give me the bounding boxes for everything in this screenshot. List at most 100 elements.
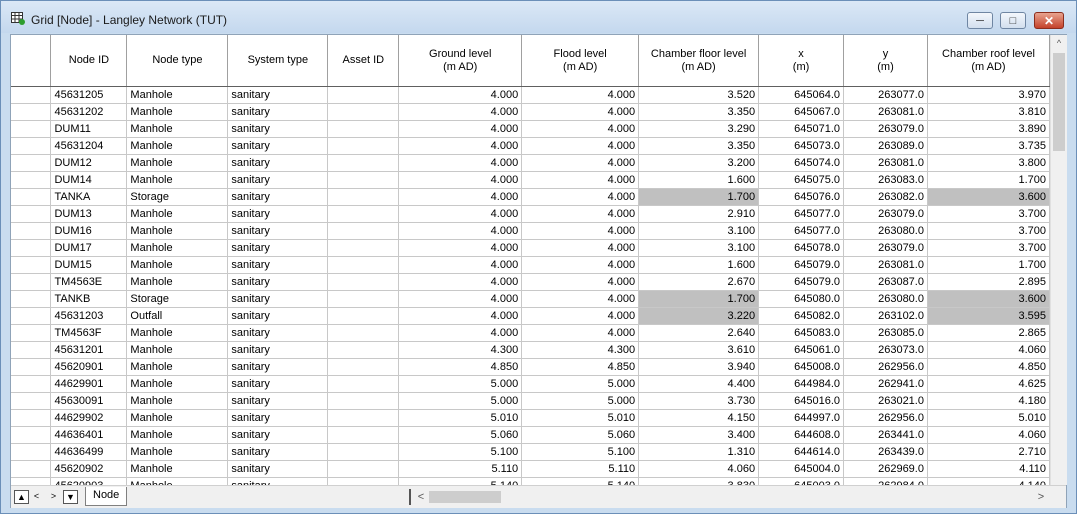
maximize-button[interactable]: □ bbox=[1000, 12, 1026, 29]
table-cell[interactable]: 1.700 bbox=[927, 256, 1050, 274]
table-cell[interactable]: 645073.0 bbox=[758, 137, 845, 155]
table-cell[interactable]: 3.940 bbox=[638, 358, 760, 376]
table-cell[interactable]: 645071.0 bbox=[758, 120, 845, 138]
table-cell[interactable] bbox=[327, 443, 400, 461]
table-row[interactable]: 44629901 Manhole sanitary 5.000 5.000 4.400 64… bbox=[11, 375, 1050, 393]
table-cell[interactable]: 3.735 bbox=[927, 137, 1050, 155]
table-row[interactable]: DUM17 Manhole sanitary 4.000 4.000 3.100 64507… bbox=[11, 239, 1050, 257]
table-cell[interactable]: sanitary bbox=[227, 239, 329, 257]
table-cell[interactable]: 645079.0 bbox=[758, 273, 845, 291]
table-cell[interactable]: 45620901 bbox=[50, 358, 128, 376]
row-selector-cell[interactable] bbox=[11, 222, 52, 240]
table-cell[interactable]: DUM14 bbox=[50, 171, 128, 189]
table-cell[interactable]: Manhole bbox=[126, 171, 229, 189]
close-button[interactable]: ✕ bbox=[1034, 12, 1064, 29]
table-cell[interactable]: 3.700 bbox=[927, 239, 1050, 257]
table-cell[interactable]: 262969.0 bbox=[843, 460, 928, 478]
row-selector-cell[interactable] bbox=[11, 460, 52, 478]
table-cell[interactable]: Manhole bbox=[126, 341, 229, 359]
table-cell[interactable]: 263077.0 bbox=[843, 86, 928, 104]
table-row[interactable]: 45630091 Manhole sanitary 5.000 5.000 3.730 64… bbox=[11, 392, 1050, 410]
table-cell[interactable]: TANKA bbox=[50, 188, 128, 206]
table-cell[interactable]: 3.730 bbox=[638, 392, 760, 410]
table-cell[interactable]: 4.300 bbox=[521, 341, 640, 359]
table-cell[interactable]: sanitary bbox=[227, 460, 329, 478]
table-cell[interactable]: 5.100 bbox=[398, 443, 523, 461]
table-cell[interactable]: 645067.0 bbox=[758, 103, 845, 121]
table-cell[interactable]: 3.400 bbox=[638, 426, 760, 444]
table-cell[interactable]: 263102.0 bbox=[843, 307, 928, 325]
table-cell[interactable]: 263441.0 bbox=[843, 426, 928, 444]
table-cell[interactable] bbox=[327, 273, 400, 291]
tab-next-button[interactable]: > bbox=[47, 490, 60, 502]
table-cell[interactable]: 2.710 bbox=[927, 443, 1050, 461]
table-cell[interactable] bbox=[327, 426, 400, 444]
table-cell[interactable] bbox=[327, 341, 400, 359]
table-cell[interactable]: Manhole bbox=[126, 358, 229, 376]
table-cell[interactable]: 4.060 bbox=[927, 426, 1050, 444]
table-cell[interactable]: sanitary bbox=[227, 358, 329, 376]
table-cell[interactable]: sanitary bbox=[227, 273, 329, 291]
table-cell[interactable]: 45631203 bbox=[50, 307, 128, 325]
table-row[interactable]: TANKA Storage sanitary 4.000 4.000 1.700 64507… bbox=[11, 188, 1050, 206]
table-cell[interactable]: 5.100 bbox=[521, 443, 640, 461]
table-cell[interactable]: 263087.0 bbox=[843, 273, 928, 291]
row-selector-cell[interactable] bbox=[11, 443, 52, 461]
table-cell[interactable]: 1.310 bbox=[638, 443, 760, 461]
table-cell[interactable]: 645004.0 bbox=[758, 460, 845, 478]
tab-prev-button[interactable]: < bbox=[30, 490, 43, 502]
table-cell[interactable]: 5.010 bbox=[927, 409, 1050, 427]
table-cell[interactable]: 2.910 bbox=[638, 205, 760, 223]
minimize-button[interactable]: ─ bbox=[967, 12, 993, 29]
table-cell[interactable]: 4.850 bbox=[927, 358, 1050, 376]
table-cell[interactable]: 3.220 bbox=[638, 307, 760, 325]
scroll-left-icon[interactable]: < bbox=[415, 489, 427, 505]
row-selector-cell[interactable] bbox=[11, 256, 52, 274]
table-cell[interactable]: TM4563E bbox=[50, 273, 128, 291]
row-selector-cell[interactable] bbox=[11, 171, 52, 189]
table-cell[interactable]: 645083.0 bbox=[758, 324, 845, 342]
table-cell[interactable]: sanitary bbox=[227, 171, 329, 189]
table-cell[interactable]: 5.060 bbox=[398, 426, 523, 444]
table-cell[interactable]: 4.150 bbox=[638, 409, 760, 427]
table-cell[interactable] bbox=[327, 154, 400, 172]
table-cell[interactable]: 3.600 bbox=[927, 290, 1050, 308]
table-cell[interactable]: 263079.0 bbox=[843, 239, 928, 257]
table-row[interactable]: TANKB Storage sanitary 4.000 4.000 1.700 64508… bbox=[11, 290, 1050, 308]
table-cell[interactable]: 262984.0 bbox=[843, 477, 928, 485]
table-cell[interactable]: sanitary bbox=[227, 205, 329, 223]
table-cell[interactable]: 4.000 bbox=[398, 239, 523, 257]
table-cell[interactable]: 4.000 bbox=[521, 256, 640, 274]
table-cell[interactable]: Manhole bbox=[126, 392, 229, 410]
table-cell[interactable]: 644608.0 bbox=[758, 426, 845, 444]
table-cell[interactable] bbox=[327, 324, 400, 342]
table-cell[interactable]: 263081.0 bbox=[843, 154, 928, 172]
table-cell[interactable] bbox=[327, 205, 400, 223]
node-grid[interactable]: Node ID Node type System type Asset ID Groun… bbox=[11, 35, 1050, 485]
table-cell[interactable]: Storage bbox=[126, 188, 229, 206]
table-cell[interactable]: 1.700 bbox=[638, 290, 760, 308]
vertical-scrollbar[interactable]: ^ bbox=[1050, 35, 1067, 485]
table-cell[interactable]: 262956.0 bbox=[843, 409, 928, 427]
table-cell[interactable]: Manhole bbox=[126, 239, 229, 257]
table-cell[interactable]: 645064.0 bbox=[758, 86, 845, 104]
table-cell[interactable]: sanitary bbox=[227, 222, 329, 240]
row-selector-cell[interactable] bbox=[11, 188, 52, 206]
table-cell[interactable]: 4.000 bbox=[398, 273, 523, 291]
table-cell[interactable] bbox=[327, 358, 400, 376]
table-row[interactable]: DUM12 Manhole sanitary 4.000 4.000 3.200 64507… bbox=[11, 154, 1050, 172]
table-cell[interactable]: 644997.0 bbox=[758, 409, 845, 427]
table-cell[interactable]: 4.000 bbox=[521, 120, 640, 138]
table-cell[interactable]: 44629902 bbox=[50, 409, 128, 427]
scroll-splitter[interactable] bbox=[409, 489, 411, 505]
table-cell[interactable]: DUM16 bbox=[50, 222, 128, 240]
column-header[interactable]: Chamber floor level (m AD) bbox=[638, 35, 760, 87]
table-cell[interactable]: sanitary bbox=[227, 290, 329, 308]
table-cell[interactable]: 2.895 bbox=[927, 273, 1050, 291]
table-cell[interactable]: 263089.0 bbox=[843, 137, 928, 155]
table-cell[interactable]: sanitary bbox=[227, 375, 329, 393]
table-cell[interactable]: 3.520 bbox=[638, 86, 760, 104]
tab-first-button[interactable]: ▲ bbox=[14, 490, 29, 504]
table-cell[interactable]: 2.865 bbox=[927, 324, 1050, 342]
table-cell[interactable]: 644984.0 bbox=[758, 375, 845, 393]
